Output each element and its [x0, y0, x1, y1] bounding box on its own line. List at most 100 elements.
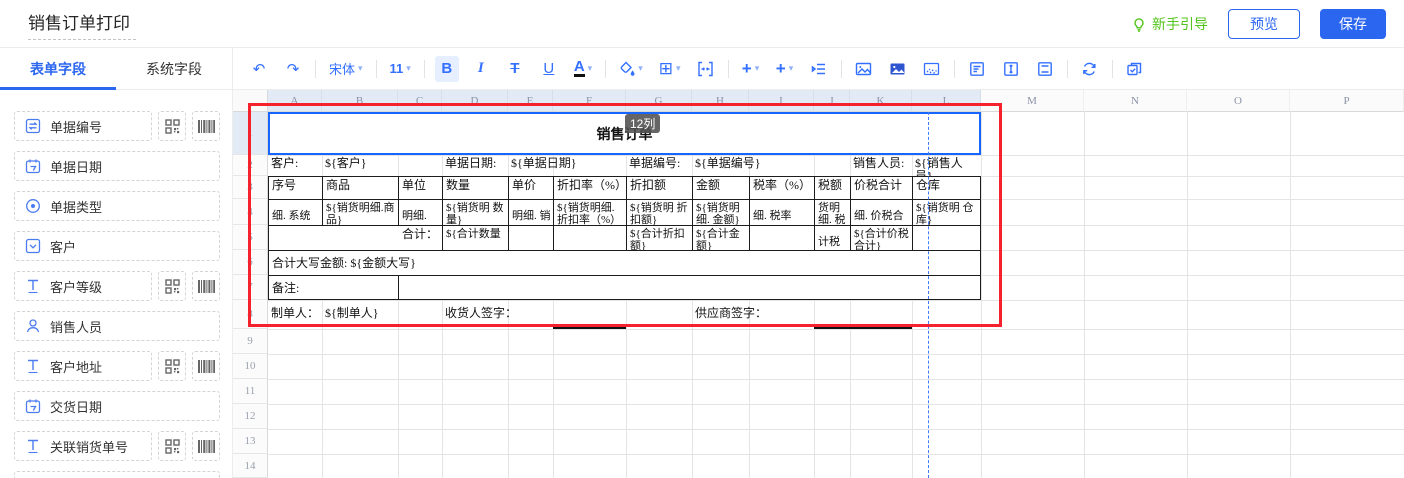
barcode-button[interactable]	[192, 351, 220, 381]
sidebar-item-document-no[interactable]: 单据编号	[14, 111, 152, 141]
col-header-M[interactable]: M	[981, 90, 1084, 112]
sheet-corner[interactable]	[233, 90, 268, 112]
col-header-L[interactable]: L	[912, 90, 981, 112]
col-header-B[interactable]: B	[322, 90, 398, 112]
insert-image-button[interactable]	[852, 56, 876, 82]
row-header-1[interactable]: 1	[233, 112, 268, 155]
supplier-signature-line[interactable]	[814, 300, 850, 329]
undo-button[interactable]: ↶	[247, 56, 271, 82]
col-header-D[interactable]: D	[442, 90, 508, 112]
td-product[interactable]: ${销货明细.商品}	[322, 199, 398, 225]
empty-cell[interactable]	[553, 225, 626, 250]
td-discount[interactable]: ${销货明 折扣额}	[626, 199, 692, 225]
docno-value-cell[interactable]: ${单据编号}	[692, 155, 814, 176]
date-value-cell[interactable]: ${单据日期}	[508, 155, 626, 176]
barcode-button[interactable]	[192, 431, 220, 461]
th-price[interactable]: 单价	[508, 176, 553, 199]
row-header-7[interactable]: 7	[233, 275, 268, 300]
preview-button[interactable]: 预览	[1228, 9, 1300, 39]
empty-cell[interactable]	[508, 225, 553, 250]
customer-value-cell[interactable]: ${客户}	[322, 155, 398, 176]
redo-button[interactable]: ↷	[281, 56, 305, 82]
qrcode-button[interactable]	[158, 431, 186, 461]
row-header-3[interactable]: 3	[233, 176, 268, 199]
row-header-2[interactable]: 2	[233, 155, 268, 176]
row-header-8[interactable]: 8	[233, 300, 268, 329]
sidebar-item-related-sales-no[interactable]: 关联销货单号	[14, 431, 152, 461]
sidebar-item-partial[interactable]	[14, 471, 220, 478]
insert-col-button[interactable]: +▾	[773, 56, 797, 82]
font-family-select[interactable]: 宋体▾	[326, 56, 366, 82]
docno-label-cell[interactable]: 单据编号:	[626, 155, 692, 176]
borders-button[interactable]: ⊞▾	[656, 56, 684, 82]
th-amount[interactable]: 金额	[692, 176, 749, 199]
barcode-button[interactable]	[192, 271, 220, 301]
row-header-5[interactable]: 5	[233, 225, 268, 250]
insert-row-button[interactable]: +▾	[739, 56, 763, 82]
qrcode-button[interactable]	[158, 111, 186, 141]
td-tax-rate[interactable]: 细. 税率	[749, 199, 814, 225]
tab-form-fields[interactable]: 表单字段	[0, 48, 116, 89]
apply-template-button[interactable]	[1123, 56, 1147, 82]
bold-button[interactable]: B	[435, 56, 459, 82]
th-qty[interactable]: 数量	[442, 176, 508, 199]
total-taxtotal-cell[interactable]: ${合计价税合计}	[850, 225, 912, 250]
td-price[interactable]: 明细. 销	[508, 199, 553, 225]
page-title[interactable]: 销售订单打印	[28, 7, 136, 40]
td-seq[interactable]: 细. 系统	[268, 199, 322, 225]
col-header-F[interactable]: F	[553, 90, 626, 112]
row-height-button[interactable]	[999, 56, 1023, 82]
cell-format-button[interactable]	[965, 56, 989, 82]
page-margin-button[interactable]	[1033, 56, 1057, 82]
td-tax-total[interactable]: 细. 价税合	[850, 199, 912, 225]
strikethrough-button[interactable]: T	[503, 56, 527, 82]
td-unit[interactable]: 明细.	[398, 199, 442, 225]
row-header-14[interactable]: 14	[233, 454, 268, 478]
maker-value-cell[interactable]: ${制单人}	[322, 300, 398, 329]
th-seq[interactable]: 序号	[268, 176, 322, 199]
supplier-signature-line[interactable]	[850, 300, 912, 329]
sidebar-item-customer[interactable]: 客户	[14, 231, 220, 261]
col-header-A[interactable]: A	[268, 90, 322, 112]
receiver-signature-line[interactable]	[553, 300, 626, 329]
th-tax-rate[interactable]: 税率（%）	[749, 176, 814, 199]
row-header-9[interactable]: 9	[233, 329, 268, 354]
empty-cell[interactable]	[912, 225, 981, 250]
th-tax-total[interactable]: 价税合计	[850, 176, 912, 199]
font-size-select[interactable]: 11▾	[387, 56, 414, 82]
tab-system-fields[interactable]: 系统字段	[116, 48, 232, 89]
sidebar-item-document-date[interactable]: 单据日期	[14, 151, 220, 181]
col-header-O[interactable]: O	[1187, 90, 1290, 112]
total-amount-cell[interactable]: ${合计金额}	[692, 225, 749, 250]
remark-cell[interactable]: 备注:	[268, 275, 398, 300]
th-discount-rate[interactable]: 折扣率（%）	[553, 176, 626, 199]
row-header-11[interactable]: 11	[233, 379, 268, 404]
col-header-H[interactable]: H	[692, 90, 749, 112]
maker-label-cell[interactable]: 制单人：	[268, 300, 322, 329]
italic-button[interactable]: I	[469, 56, 493, 82]
underline-button[interactable]: U	[537, 56, 561, 82]
sidebar-item-delivery-date[interactable]: 交货日期	[14, 391, 220, 421]
th-tax[interactable]: 税额	[814, 176, 850, 199]
sidebar-item-document-type[interactable]: 单据类型	[14, 191, 220, 221]
th-discount[interactable]: 折扣额	[626, 176, 692, 199]
total-label-cell[interactable]: 合计：	[268, 225, 442, 250]
th-unit[interactable]: 单位	[398, 176, 442, 199]
customer-label-cell[interactable]: 客户:	[268, 155, 322, 176]
barcode-button[interactable]	[192, 111, 220, 141]
sidebar-item-customer-address[interactable]: 客户地址	[14, 351, 152, 381]
col-header-K[interactable]: K	[850, 90, 912, 112]
fill-color-button[interactable]: ▾	[616, 56, 646, 82]
reset-button[interactable]	[1078, 56, 1102, 82]
sidebar-item-salesperson[interactable]: 销售人员	[14, 311, 220, 341]
font-color-button[interactable]: A▾	[571, 56, 595, 82]
td-qty[interactable]: ${销货明 数量}	[442, 199, 508, 225]
td-tax[interactable]: 货明细. 税	[814, 199, 850, 225]
row-ops-button[interactable]	[807, 56, 831, 82]
col-header-P[interactable]: P	[1290, 90, 1404, 112]
qrcode-button[interactable]	[158, 271, 186, 301]
row-header-13[interactable]: 13	[233, 429, 268, 454]
sales-label-cell[interactable]: 销售人员:	[850, 155, 912, 176]
watermark-button[interactable]	[920, 56, 944, 82]
merge-cells-button[interactable]	[694, 56, 718, 82]
